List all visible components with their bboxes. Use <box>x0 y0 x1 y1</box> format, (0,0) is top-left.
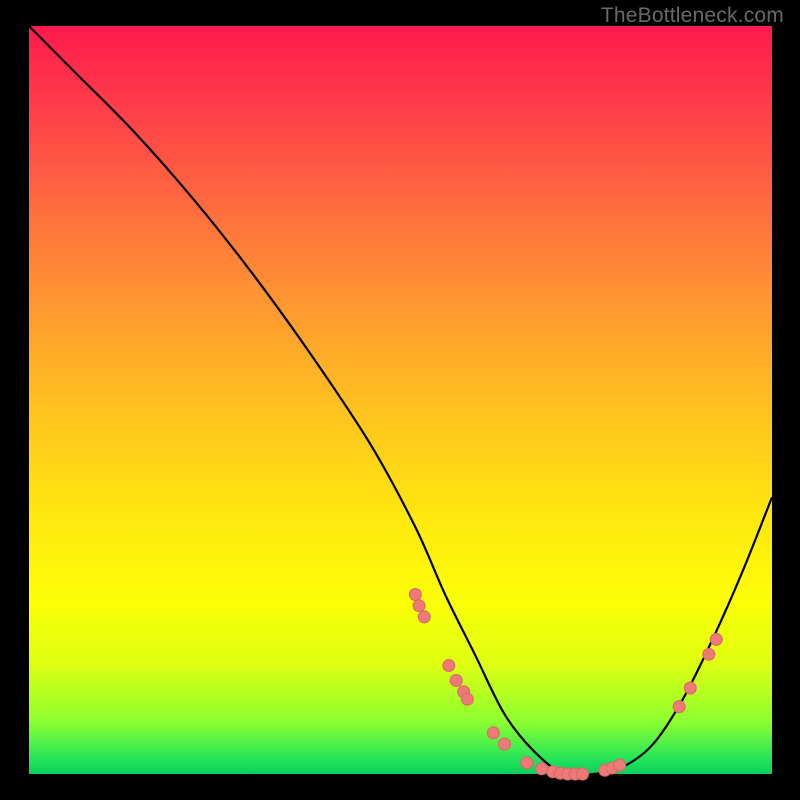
chart-plot-area <box>29 26 772 774</box>
data-point <box>577 768 589 780</box>
data-point <box>413 600 425 612</box>
data-point <box>710 633 722 645</box>
data-point <box>521 757 533 769</box>
watermark-text: TheBottleneck.com <box>601 4 784 28</box>
data-point <box>461 693 473 705</box>
data-point <box>703 648 715 660</box>
data-point <box>450 675 462 687</box>
data-point <box>536 763 548 775</box>
data-point <box>418 611 430 623</box>
data-point <box>614 759 626 771</box>
bottleneck-curve <box>29 26 772 776</box>
chart-svg <box>29 26 772 774</box>
data-point <box>673 701 685 713</box>
data-point <box>684 682 696 694</box>
data-point <box>499 738 511 750</box>
data-point <box>409 588 421 600</box>
data-point <box>443 660 455 672</box>
data-point <box>487 727 499 739</box>
